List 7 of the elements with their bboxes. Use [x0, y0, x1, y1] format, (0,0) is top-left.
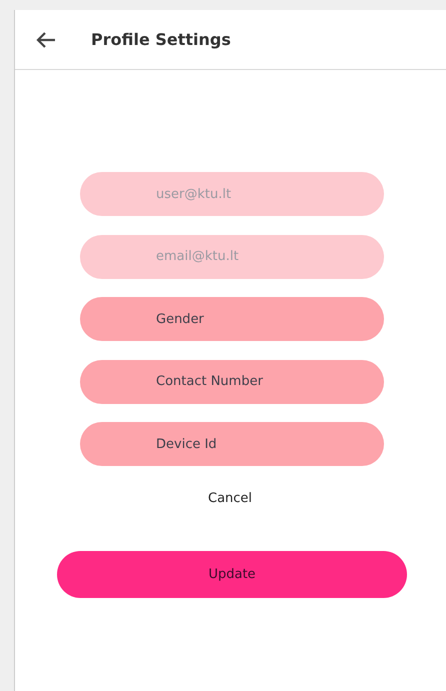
back-arrow-icon[interactable]: [35, 30, 57, 48]
input-field[interactable]: Contact Number: [80, 360, 384, 404]
input-field[interactable]: Gender: [80, 297, 384, 341]
input-field[interactable]: Device Id: [80, 422, 384, 466]
cancel-button[interactable]: Cancel: [208, 490, 252, 506]
update-button[interactable]: Update: [57, 551, 407, 598]
page-title: Profile Settings: [91, 30, 231, 49]
